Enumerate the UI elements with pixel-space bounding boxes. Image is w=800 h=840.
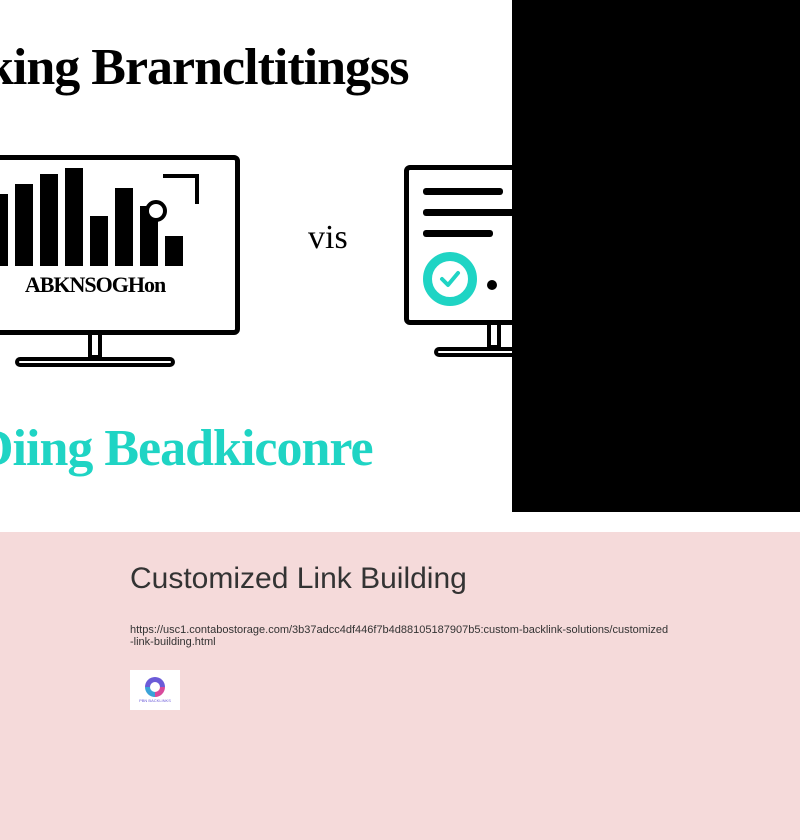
hero-top-heading: oking Brarncltitingss xyxy=(0,38,409,97)
monitor-base-icon xyxy=(434,347,512,357)
chart-decoration-icon xyxy=(163,174,199,204)
monitor-stand-icon xyxy=(88,333,102,359)
monitor-right xyxy=(404,165,512,357)
text-lines-icon xyxy=(423,188,512,237)
monitors-row: ABKNSOGHon vis xyxy=(0,155,512,405)
hero-row: oking Brarncltitingss xyxy=(0,0,800,512)
monitor-right-frame xyxy=(404,165,512,325)
monitor-left-frame: ABKNSOGHon xyxy=(0,155,240,335)
monitor-base-icon xyxy=(15,357,175,367)
monitor-stand-icon xyxy=(487,323,501,349)
logo-caption: PBN BACKLINKS xyxy=(139,699,171,703)
page-url: https://usc1.contabostorage.com/3b37adcc… xyxy=(130,624,670,648)
spacer xyxy=(0,512,800,532)
chart-decoration-circle-icon xyxy=(145,200,167,222)
swirl-icon xyxy=(145,677,165,697)
checkmark-circle-icon xyxy=(423,252,477,306)
hero-black-panel xyxy=(512,0,800,512)
hero-bottom-heading: Diing Beadkiconre xyxy=(0,419,373,478)
brand-logo: PBN BACKLINKS xyxy=(130,670,180,710)
hero-illustration: oking Brarncltitingss xyxy=(0,0,512,512)
dot-icon xyxy=(487,280,497,290)
page-title: Customized Link Building xyxy=(130,562,670,596)
monitor-left: ABKNSOGHon xyxy=(0,155,240,367)
content-section: Customized Link Building https://usc1.co… xyxy=(0,532,800,840)
vis-label: vis xyxy=(308,219,348,257)
monitor-left-caption: ABKNSOGHon xyxy=(0,272,225,298)
